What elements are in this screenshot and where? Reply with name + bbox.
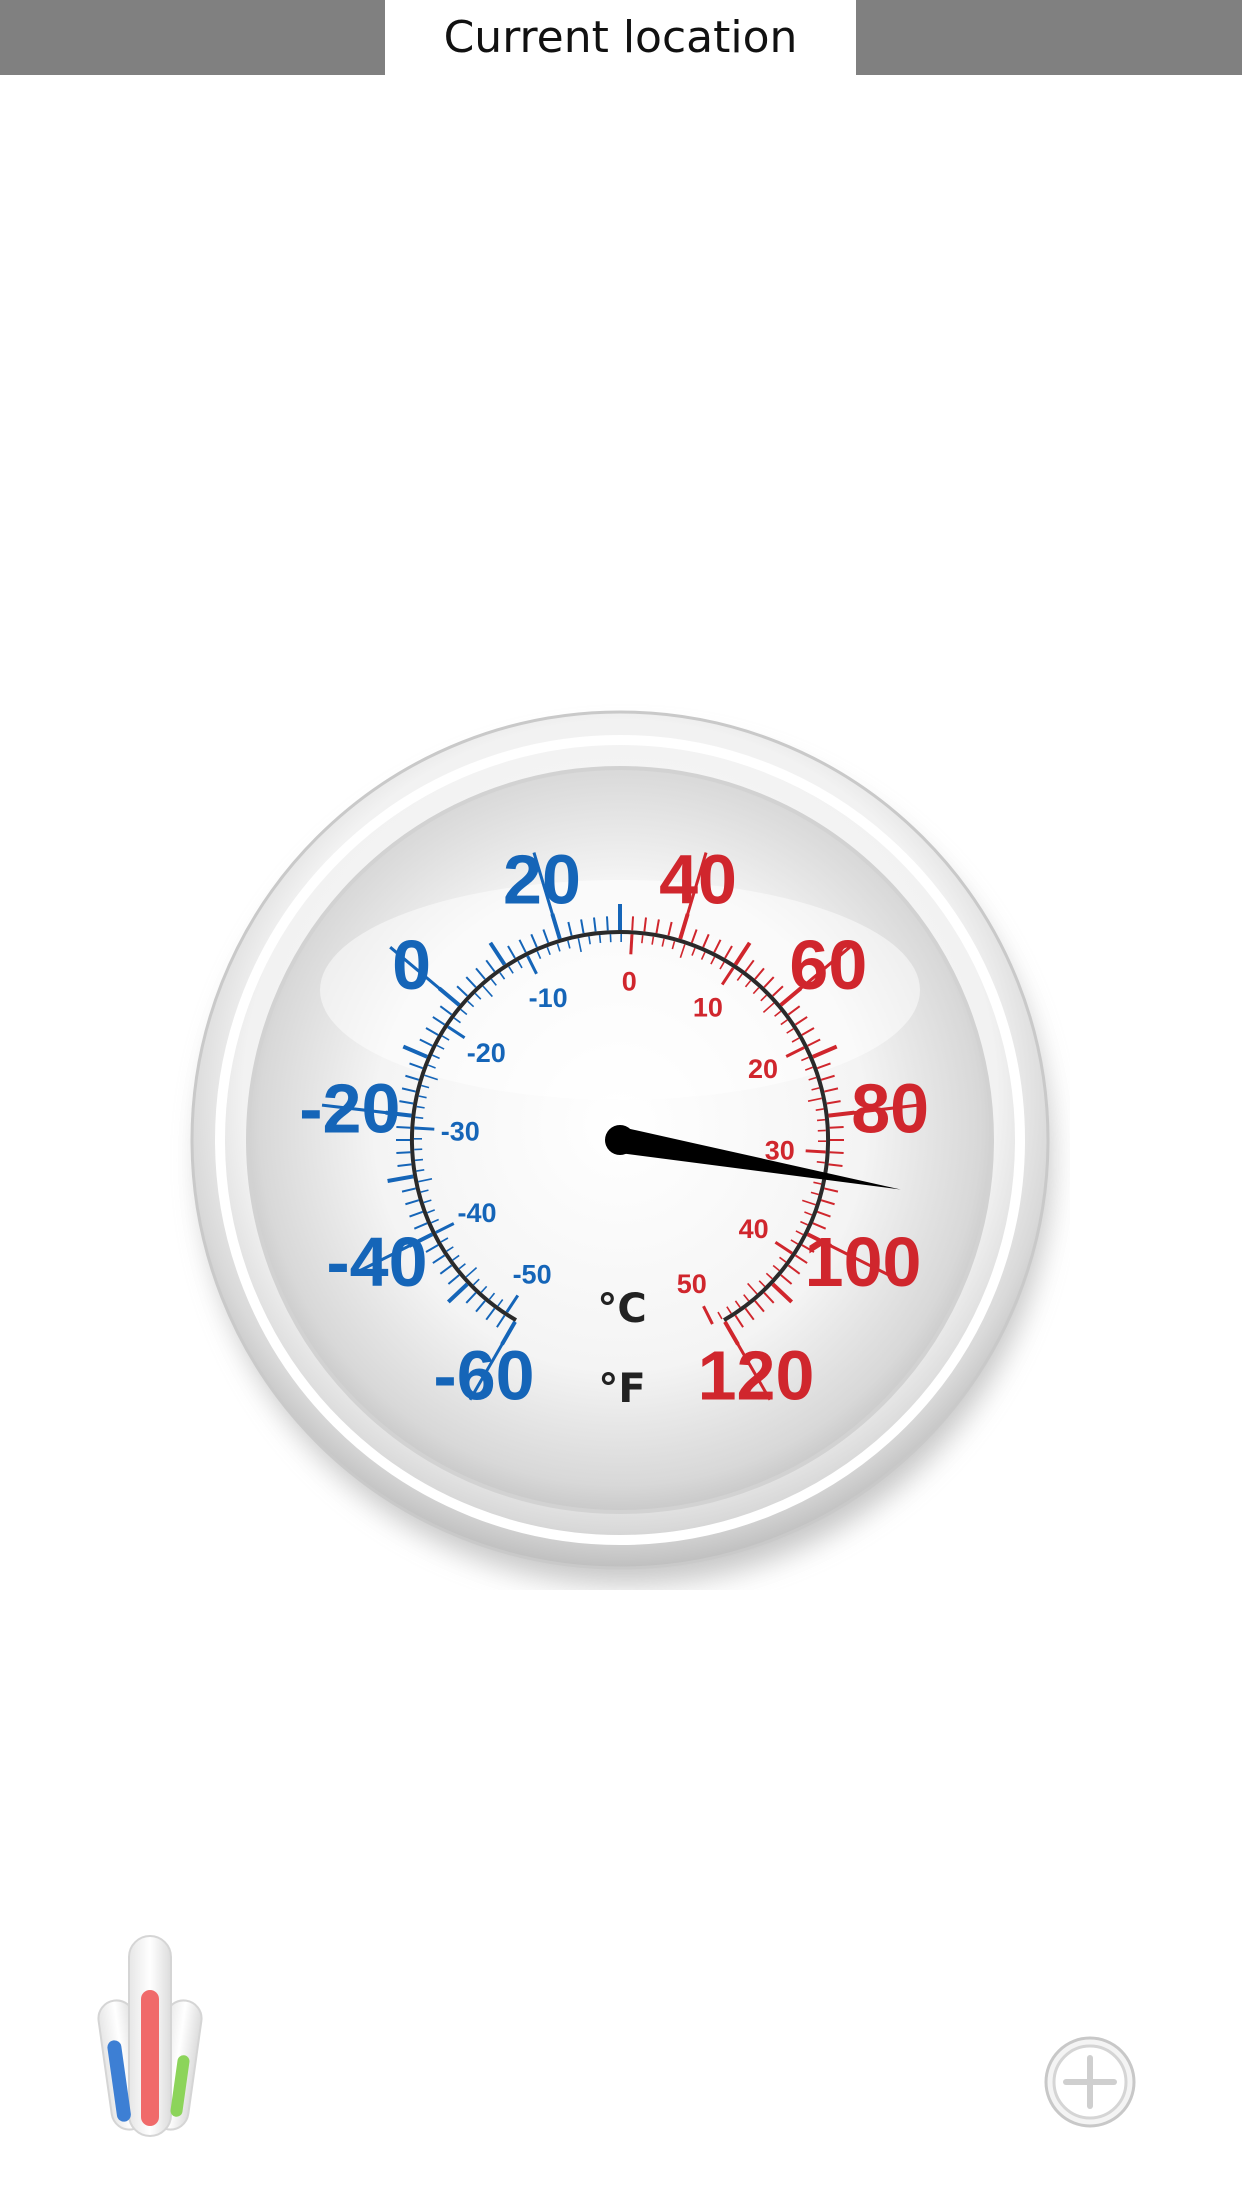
fahrenheit-label: 80 xyxy=(851,1069,929,1147)
fahrenheit-label: 40 xyxy=(659,840,737,918)
fahrenheit-tick xyxy=(829,1125,844,1129)
fahrenheit-label: -60 xyxy=(433,1337,534,1415)
fahrenheit-label: 20 xyxy=(503,840,581,918)
celsius-tick xyxy=(805,1149,826,1154)
fahrenheit-label: 0 xyxy=(392,926,431,1004)
celsius-label: 40 xyxy=(739,1214,769,1244)
fahrenheit-tick xyxy=(396,1151,411,1155)
app-menu-button[interactable] xyxy=(85,1930,215,2140)
fahrenheit-unit-label: °F xyxy=(598,1366,645,1412)
celsius-label: -30 xyxy=(441,1117,480,1147)
plus-circle-icon xyxy=(1044,2036,1136,2128)
celsius-label: -40 xyxy=(458,1198,497,1228)
fahrenheit-tick xyxy=(631,916,635,931)
location-tab[interactable]: Current location xyxy=(385,0,856,75)
celsius-tick xyxy=(629,934,634,955)
celsius-tick xyxy=(414,1126,435,1131)
celsius-label: -20 xyxy=(467,1038,506,1068)
celsius-tick xyxy=(415,1116,424,1119)
fahrenheit-label: 120 xyxy=(698,1337,815,1415)
celsius-tick xyxy=(816,1118,826,1122)
thermometer-gauge: -60 -40 -20 0 20 40 60 80 100 120 -50 -40 -30 -20 -10 0… xyxy=(170,690,1070,1590)
celsius-label: -50 xyxy=(513,1260,552,1290)
fahrenheit-label: 60 xyxy=(789,926,867,1004)
celsius-label: 10 xyxy=(693,992,723,1022)
celsius-tick xyxy=(641,935,644,944)
celsius-tick xyxy=(414,1158,424,1162)
fahrenheit-label: -40 xyxy=(326,1223,427,1301)
celsius-unit-label: °C xyxy=(597,1286,646,1332)
fahrenheit-label: -20 xyxy=(299,1069,400,1147)
fahrenheit-label: 100 xyxy=(805,1223,922,1301)
needle-hub xyxy=(605,1125,635,1155)
fahrenheit-tick xyxy=(829,1151,844,1155)
add-location-button[interactable] xyxy=(1042,2034,1138,2130)
celsius-label: 20 xyxy=(748,1054,778,1084)
celsius-label: -10 xyxy=(529,983,568,1013)
thermometer-bars-icon xyxy=(97,1935,203,2137)
celsius-label: 0 xyxy=(622,966,637,996)
celsius-label: 50 xyxy=(677,1269,707,1299)
fahrenheit-tick xyxy=(605,916,609,931)
celsius-tick xyxy=(598,934,602,944)
celsius-tick xyxy=(816,1161,825,1164)
